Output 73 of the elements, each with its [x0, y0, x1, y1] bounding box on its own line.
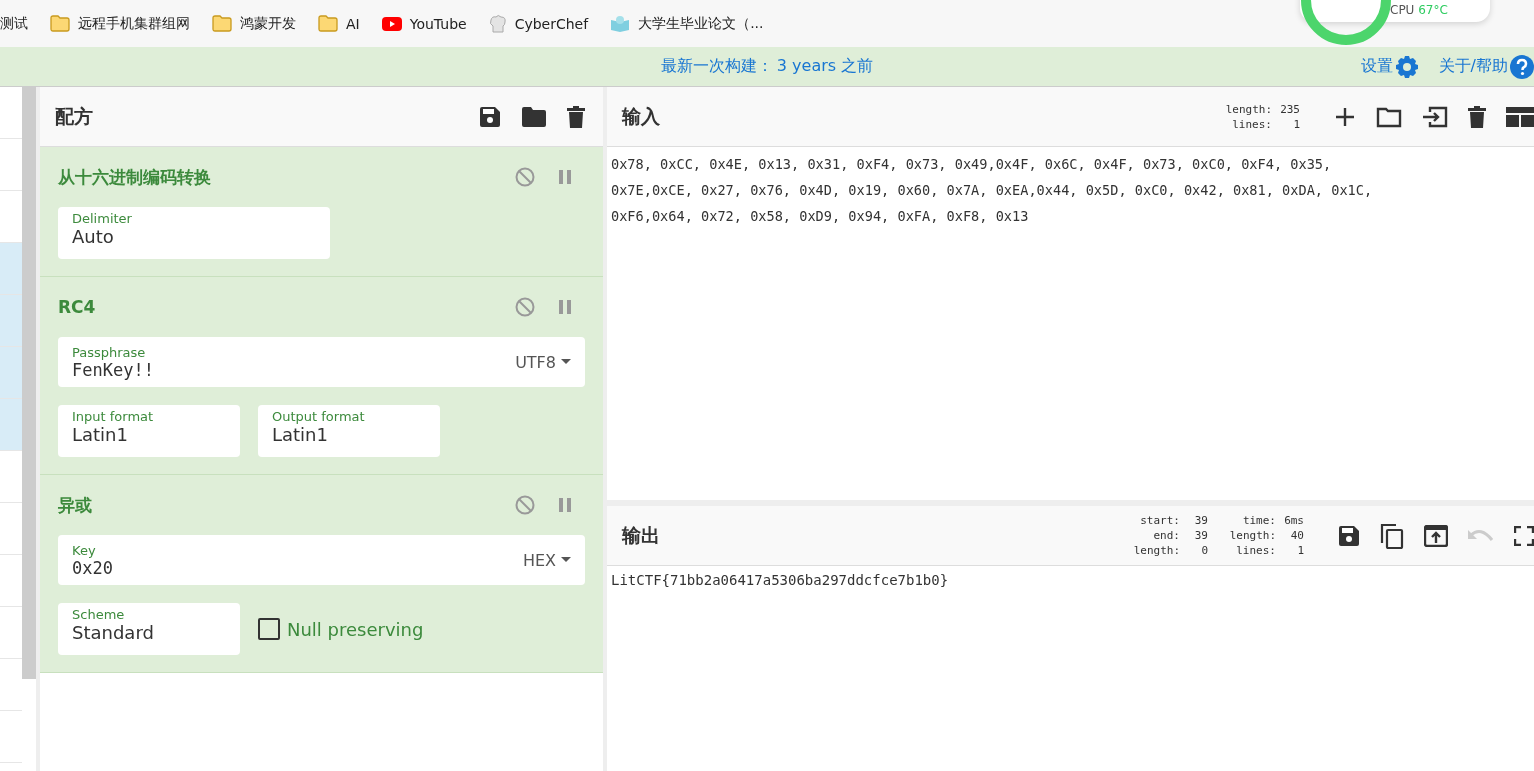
disable-icon[interactable] [515, 167, 535, 187]
stat-text: 39 [1193, 513, 1208, 528]
undo-icon[interactable] [1468, 527, 1494, 544]
gear-icon [1394, 54, 1419, 79]
play-icon [381, 16, 402, 31]
import-icon[interactable] [1422, 105, 1448, 128]
folder-icon [212, 15, 232, 32]
stat-text: lines: [1231, 116, 1272, 132]
input-field[interactable]: Passphrase FenKey!! UTF8 [58, 337, 585, 387]
layout-icon[interactable] [1506, 106, 1534, 127]
stat-text: time: [1241, 513, 1276, 528]
stat-text: length: [1228, 528, 1276, 543]
stat-text: length: [1224, 101, 1272, 117]
folder-icon[interactable] [521, 105, 547, 128]
settings-link[interactable]: 设置 [1360, 54, 1419, 79]
output-title: 输出 [622, 522, 660, 548]
input-title: 输入 [622, 103, 660, 129]
stat-text: 40 [1289, 528, 1304, 543]
bookmark[interactable]: 测试 [0, 14, 28, 33]
trash-icon[interactable] [1468, 105, 1486, 128]
input-field[interactable]: Output format Latin1 [258, 405, 440, 457]
operation-title: RC4 [58, 297, 96, 317]
bookmark[interactable]: YouTube [381, 15, 467, 32]
stat-text: start: [1139, 513, 1180, 528]
input-field[interactable]: Key 0x20 HEX [58, 535, 585, 585]
pause-icon[interactable] [559, 169, 571, 185]
encoding-dropdown[interactable]: HEX [522, 550, 571, 570]
save-icon[interactable] [479, 105, 501, 128]
pause-icon[interactable] [559, 299, 571, 315]
stat-text: 0 [1200, 543, 1208, 558]
bookmark[interactable]: 鸿蒙开发 [212, 14, 296, 33]
input-field[interactable]: Scheme Standard [58, 603, 240, 655]
stat-text: 6ms [1283, 513, 1304, 528]
plus-icon[interactable] [1334, 105, 1356, 128]
bookmark[interactable]: AI [318, 15, 360, 32]
bookmark[interactable]: 远程手机集群组网 [50, 14, 190, 33]
folder-icon [50, 15, 70, 32]
folder-icon [318, 15, 338, 32]
copy-icon[interactable] [1380, 522, 1404, 549]
caret-icon [561, 557, 571, 563]
stat-text: end: [1152, 528, 1180, 543]
checkbox[interactable] [258, 618, 280, 640]
disable-icon[interactable] [515, 495, 535, 515]
build-info: 最新一次构建： 3 years 之前 [660, 56, 874, 77]
book-icon [610, 14, 631, 33]
operation-title: 从十六进制编码转换 [58, 165, 211, 189]
bookmark[interactable]: CyberChef [488, 13, 589, 34]
null-preserving-checkbox[interactable]: Null preserving [258, 603, 424, 655]
stat-text: 1 [1292, 116, 1300, 132]
pause-icon[interactable] [559, 497, 571, 513]
encoding-dropdown[interactable]: UTF8 [515, 352, 571, 372]
help-link[interactable]: 关于/帮助 [1438, 54, 1534, 79]
save-icon[interactable] [1338, 524, 1360, 547]
move-to-input-icon[interactable] [1424, 524, 1448, 547]
stat-text: 39 [1193, 528, 1208, 543]
disable-icon[interactable] [515, 297, 535, 317]
build-time-link[interactable]: 3 years 之前 [776, 56, 874, 75]
chef-hat-icon [488, 13, 507, 34]
output-text: LitCTF{71bb2a06417a5306ba297ddcfce7b1b0} [610, 571, 950, 590]
stat-text: lines: [1235, 543, 1276, 558]
help-icon [1510, 54, 1534, 79]
trash-icon[interactable] [567, 105, 585, 128]
bookmark[interactable]: 大学生毕业论文（... [610, 14, 764, 33]
folder-icon[interactable] [1376, 105, 1402, 128]
fullscreen-icon[interactable] [1514, 525, 1534, 546]
input-field[interactable]: Delimiter Auto [58, 207, 330, 259]
stat-text: 1 [1296, 543, 1304, 558]
operation-title: 异或 [58, 493, 92, 517]
caret-icon [561, 359, 571, 365]
recipe-title: 配方 [55, 103, 93, 129]
stat-text: length: [1132, 543, 1180, 558]
input-field[interactable]: Input format Latin1 [58, 405, 240, 457]
stat-text: 235 [1279, 101, 1300, 117]
